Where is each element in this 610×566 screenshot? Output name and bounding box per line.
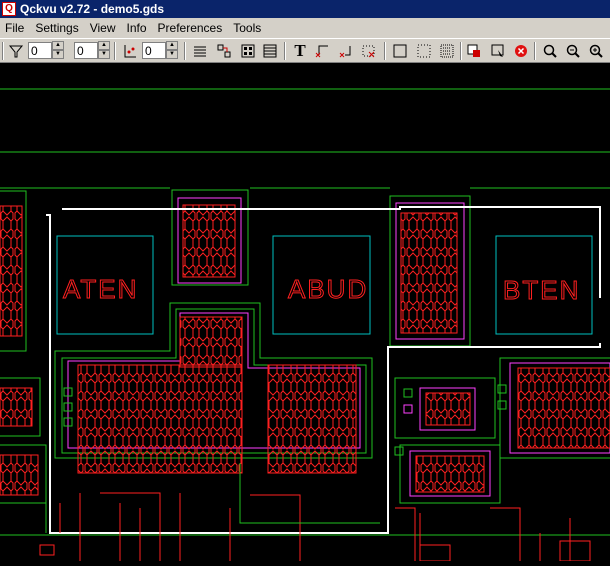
text-icon[interactable]: T [290, 41, 310, 61]
list-icon[interactable] [260, 41, 280, 61]
menu-view[interactable]: View [85, 21, 122, 35]
right-block [394, 357, 610, 504]
filter-icon[interactable] [6, 41, 26, 61]
menu-info[interactable]: Info [122, 21, 153, 35]
clear-markers-icon[interactable] [358, 41, 378, 61]
zoom-out-icon[interactable] [563, 41, 583, 61]
menu-preferences[interactable]: Preferences [153, 21, 229, 35]
zoom-fit-icon[interactable] [586, 41, 606, 61]
menu-file[interactable]: File [0, 21, 30, 35]
app-icon: Q [2, 2, 16, 16]
second-input[interactable] [74, 42, 98, 59]
menu-tools[interactable]: Tools [228, 21, 267, 35]
stop-icon[interactable] [511, 41, 531, 61]
layer-color-icon[interactable] [464, 41, 484, 61]
window-title: Qckvu v2.72 - demo5.gds [20, 2, 165, 16]
spin-up-icon[interactable]: ▲ [98, 41, 110, 50]
sparse-fill-icon[interactable] [414, 41, 434, 61]
spin-down-icon[interactable]: ▼ [98, 50, 110, 59]
filter-input[interactable] [28, 42, 52, 59]
spin-up-icon[interactable]: ▲ [166, 41, 178, 50]
poly-column [171, 189, 249, 286]
spin-down-icon[interactable]: ▼ [166, 50, 178, 59]
spin-down-icon[interactable]: ▼ [52, 50, 64, 59]
toolbar-separator [284, 42, 286, 60]
toolbar-separator [184, 42, 186, 60]
hierarchy-icon[interactable] [214, 41, 234, 61]
outline-fill-icon[interactable] [390, 41, 410, 61]
title-bar: Q Qckvu v2.72 - demo5.gds [0, 0, 610, 18]
level-spinner[interactable]: ▲▼ [142, 41, 178, 60]
label-bten: BTEN [503, 275, 580, 305]
level-icon[interactable] [120, 41, 140, 61]
poly-column [0, 190, 27, 352]
select-cell-icon[interactable] [488, 41, 508, 61]
zoom-icon[interactable] [540, 41, 560, 61]
toolbar-separator [460, 42, 462, 60]
toolbar: ▲▼ ▲▼ ▲▼ T [0, 38, 610, 63]
measure-icon[interactable] [312, 41, 332, 61]
spin-up-icon[interactable]: ▲ [52, 41, 64, 50]
label-abud: ABUD [288, 274, 368, 304]
second-spinner[interactable]: ▲▼ [74, 41, 110, 60]
toolbar-separator [384, 42, 386, 60]
dense-fill-icon[interactable] [437, 41, 457, 61]
layers-icon[interactable] [190, 41, 210, 61]
toolbar-separator [2, 42, 4, 60]
cell-grid-icon[interactable] [238, 41, 258, 61]
left-block [0, 377, 47, 504]
menu-bar: File Settings View Info Preferences Tool… [0, 18, 610, 38]
layout-canvas[interactable]: ATEN ABUD BTEN [0, 63, 610, 562]
poly-column [389, 195, 471, 347]
label-aten: ATEN [63, 274, 138, 304]
menu-settings[interactable]: Settings [30, 21, 84, 35]
path-icon[interactable] [336, 41, 356, 61]
toolbar-separator [114, 42, 116, 60]
filter-spinner[interactable]: ▲▼ [28, 41, 64, 60]
level-input[interactable] [142, 42, 166, 59]
gds-layout-drawing: ATEN ABUD BTEN [0, 88, 610, 562]
toolbar-separator [534, 42, 536, 60]
transistor-block [54, 302, 373, 474]
